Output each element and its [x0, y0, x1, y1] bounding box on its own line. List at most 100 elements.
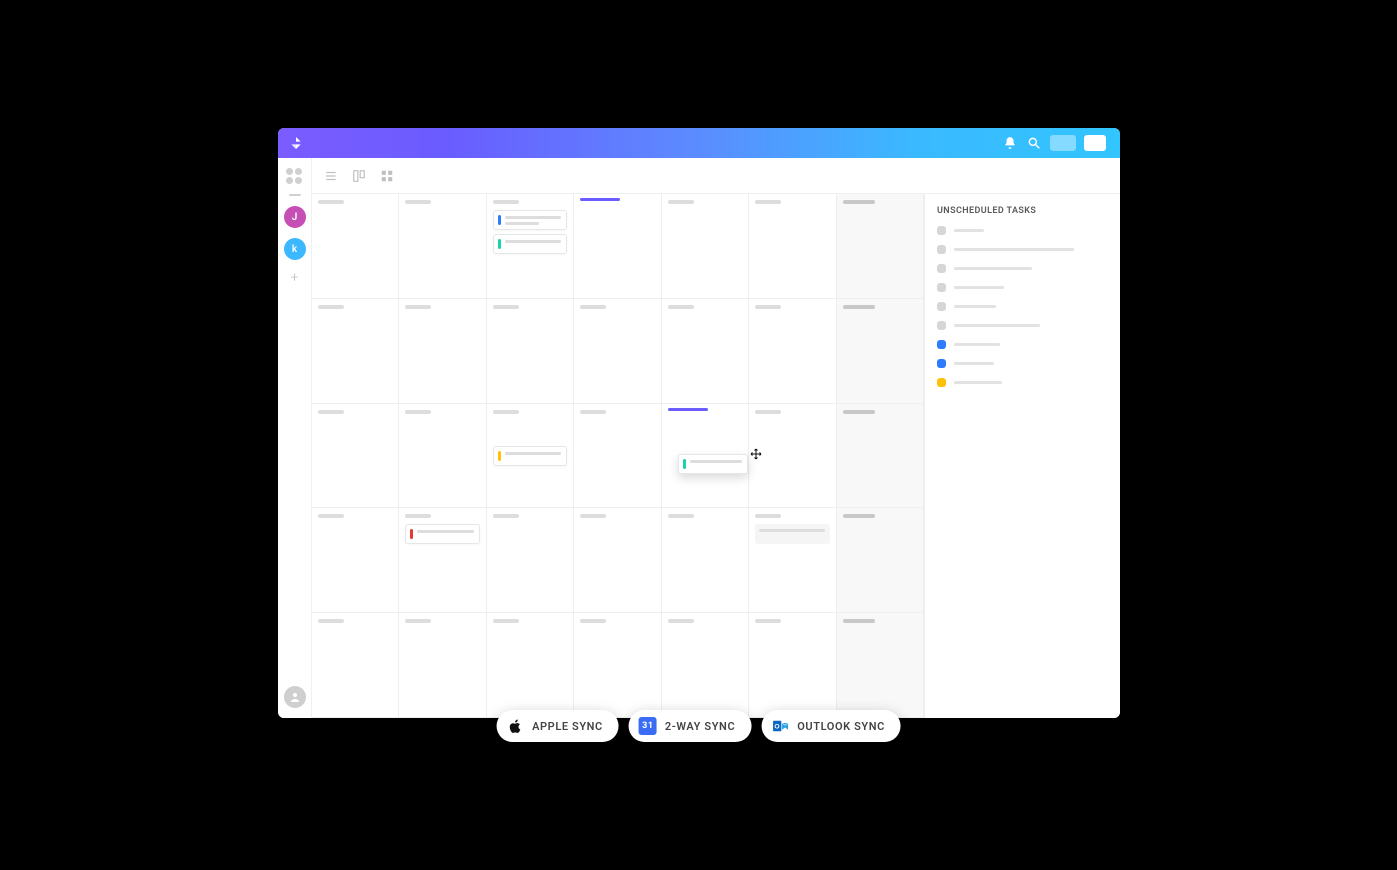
calendar-cell[interactable]: [487, 194, 574, 299]
app-logo-icon: [288, 135, 304, 151]
date-placeholder: [318, 619, 344, 623]
unscheduled-task[interactable]: [937, 321, 1108, 330]
apps-icon[interactable]: [286, 168, 304, 184]
unscheduled-task[interactable]: [937, 245, 1108, 254]
header-toggle[interactable]: [1050, 135, 1076, 151]
calendar-cell[interactable]: [749, 299, 836, 404]
date-placeholder: [580, 410, 606, 414]
calendar-cell[interactable]: [837, 613, 924, 718]
calendar-cell[interactable]: [749, 194, 836, 299]
calendar-cell[interactable]: [749, 508, 836, 613]
unscheduled-task[interactable]: [937, 226, 1108, 235]
date-placeholder: [318, 514, 344, 518]
task-text-placeholder: [759, 528, 824, 540]
calendar-cell[interactable]: [749, 404, 836, 509]
calendar-cell[interactable]: [399, 299, 486, 404]
calendar-cell[interactable]: [487, 508, 574, 613]
grid-view-icon[interactable]: [380, 169, 394, 183]
calendar-cell[interactable]: [312, 299, 399, 404]
task-status-dot: [937, 340, 946, 349]
calendar-cell[interactable]: [837, 194, 924, 299]
board-view-icon[interactable]: [352, 169, 366, 183]
task-status-dot: [937, 245, 946, 254]
list-view-icon[interactable]: [324, 169, 338, 183]
calendar-cell[interactable]: [574, 613, 661, 718]
workspace-avatar[interactable]: k: [284, 238, 306, 260]
sync-pill-label: APPLE SYNC: [532, 720, 603, 733]
task-title-placeholder: [954, 267, 1032, 270]
calendar-cell[interactable]: [662, 613, 749, 718]
task-status-dot: [937, 226, 946, 235]
task-card[interactable]: [755, 524, 829, 544]
calendar-cell[interactable]: [662, 299, 749, 404]
search-icon[interactable]: [1027, 136, 1041, 150]
calendar-cell[interactable]: [487, 299, 574, 404]
task-accent: [410, 529, 413, 539]
calendar-cell[interactable]: [837, 299, 924, 404]
task-status-dot: [937, 283, 946, 292]
day-highlight: [668, 408, 708, 411]
calendar-cell[interactable]: [574, 194, 661, 299]
calendar-cell[interactable]: [662, 194, 749, 299]
sync-pill-label: 2-WAY SYNC: [665, 720, 735, 733]
task-card[interactable]: [493, 210, 567, 230]
calendar-cell[interactable]: [312, 404, 399, 509]
unscheduled-task[interactable]: [937, 359, 1108, 368]
body-area: Jk + UNSCHEDULE: [278, 158, 1120, 718]
main-column: UNSCHEDULED TASKS: [312, 158, 1120, 718]
date-placeholder: [843, 200, 875, 204]
sync-pill-google[interactable]: 312-WAY SYNC: [629, 710, 751, 742]
date-placeholder: [405, 410, 431, 414]
unscheduled-task[interactable]: [937, 302, 1108, 311]
date-placeholder: [843, 619, 875, 623]
outlook-icon: O: [771, 717, 789, 735]
date-placeholder: [755, 200, 781, 204]
calendar-cell[interactable]: [399, 613, 486, 718]
calendar-cell[interactable]: [837, 404, 924, 509]
calendar-cell[interactable]: [399, 194, 486, 299]
date-placeholder: [580, 619, 606, 623]
sync-pill-apple[interactable]: APPLE SYNC: [496, 710, 619, 742]
calendar-cell[interactable]: [399, 508, 486, 613]
workspace-avatar[interactable]: J: [284, 206, 306, 228]
calendar-grid[interactable]: [312, 194, 924, 718]
date-placeholder: [318, 200, 344, 204]
unscheduled-task[interactable]: [937, 340, 1108, 349]
calendar-cell[interactable]: [574, 508, 661, 613]
profile-avatar[interactable]: [284, 686, 306, 708]
calendar-cell[interactable]: [487, 404, 574, 509]
sync-pill-outlook[interactable]: OOUTLOOK SYNC: [761, 710, 901, 742]
date-placeholder: [843, 410, 875, 414]
task-accent: [498, 451, 501, 461]
bell-icon[interactable]: [1003, 136, 1017, 150]
calendar-cell[interactable]: [574, 299, 661, 404]
task-title-placeholder: [954, 324, 1040, 327]
calendar-cell[interactable]: [312, 194, 399, 299]
calendar-cell[interactable]: [574, 404, 661, 509]
calendar-cell[interactable]: [662, 508, 749, 613]
header-button[interactable]: [1084, 135, 1106, 151]
calendar-cell[interactable]: [312, 508, 399, 613]
task-text-placeholder: [505, 239, 561, 249]
task-card[interactable]: [405, 524, 479, 544]
task-card[interactable]: [493, 234, 567, 254]
task-card[interactable]: [493, 446, 567, 466]
calendar-cell[interactable]: [837, 508, 924, 613]
add-workspace-button[interactable]: +: [291, 270, 299, 286]
calendar-cell[interactable]: [312, 613, 399, 718]
date-placeholder: [755, 410, 781, 414]
calendar-cell[interactable]: [399, 404, 486, 509]
unscheduled-task[interactable]: [937, 264, 1108, 273]
date-placeholder: [755, 619, 781, 623]
task-text-placeholder: [417, 529, 473, 539]
unscheduled-task[interactable]: [937, 283, 1108, 292]
unscheduled-task[interactable]: [937, 378, 1108, 387]
calendar-cell[interactable]: [487, 613, 574, 718]
left-rail: Jk +: [278, 158, 312, 718]
task-card-dragging[interactable]: [678, 454, 748, 474]
task-title-placeholder: [954, 381, 1002, 384]
calendar-cell[interactable]: [662, 404, 749, 509]
sync-pill-row: APPLE SYNC 312-WAY SYNC OOUTLOOK SYNC: [496, 710, 901, 742]
calendar-cell[interactable]: [749, 613, 836, 718]
date-placeholder: [405, 305, 431, 309]
